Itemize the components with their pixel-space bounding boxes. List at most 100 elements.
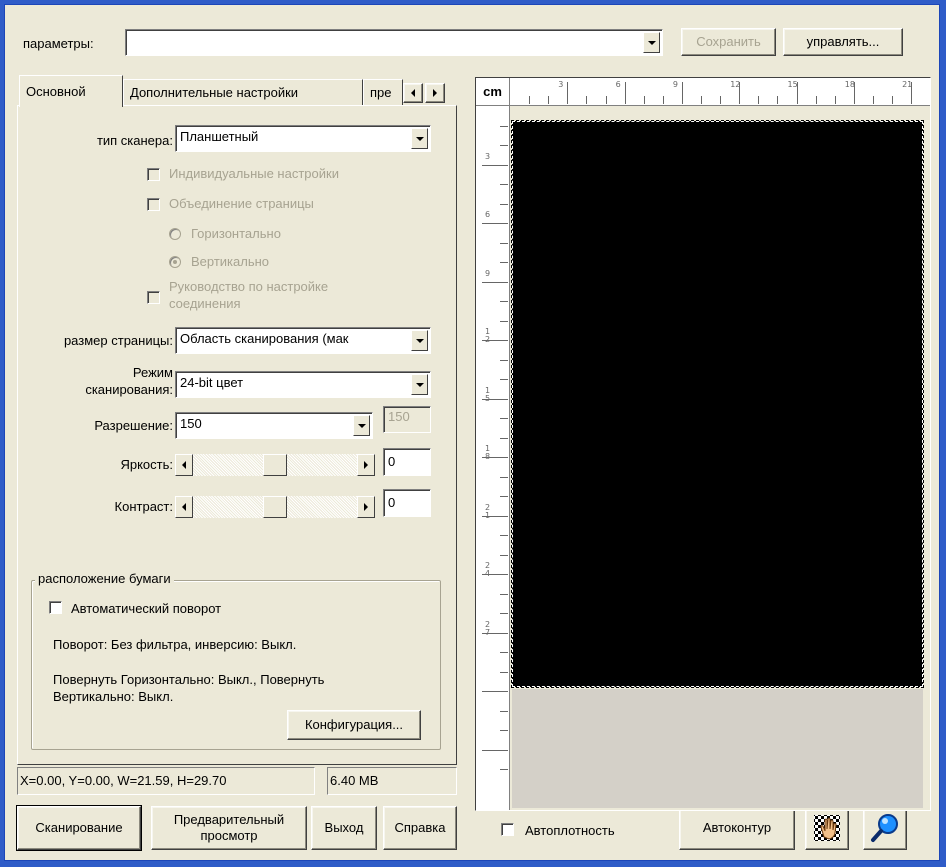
ruler-tick: [834, 96, 836, 104]
individual-settings-label: Индивидуальные настройки: [169, 166, 339, 181]
ruler-tick: [500, 554, 508, 556]
ruler-label: 18: [844, 80, 855, 89]
zoom-button[interactable]: [863, 806, 907, 850]
resolution-custom-value: 150: [388, 409, 410, 424]
ruler-tick: [500, 418, 508, 419]
ruler-label: 18: [485, 444, 491, 461]
brightness-decrease-button[interactable]: [175, 454, 193, 476]
ruler-tick: [500, 145, 508, 146]
brightness-slider-thumb[interactable]: [263, 454, 287, 476]
connection-guide-checkbox[interactable]: [147, 291, 160, 304]
page-merge-checkbox[interactable]: [147, 198, 160, 211]
resolution-dropdown-button[interactable]: [353, 415, 370, 436]
ruler-label: 15: [787, 80, 798, 89]
exit-button[interactable]: Выход: [311, 806, 377, 850]
auto-contour-button[interactable]: Автоконтур: [679, 806, 795, 850]
scanner-type-select[interactable]: Планшетный: [175, 125, 431, 152]
scan-button[interactable]: Сканирование: [16, 805, 142, 851]
contrast-slider[interactable]: [175, 496, 375, 518]
resolution-select[interactable]: 150: [175, 412, 373, 439]
tab-preview[interactable]: пре: [363, 79, 403, 105]
ruler-tick: [815, 96, 817, 104]
contrast-value-field[interactable]: 0: [383, 489, 431, 517]
ruler-tick: [482, 749, 508, 751]
auto-density-checkbox[interactable]: [501, 823, 514, 836]
ruler-label: 9: [672, 80, 678, 89]
chevron-down-icon: [415, 338, 424, 343]
scan-mode-select[interactable]: 24-bit цвет: [175, 371, 431, 398]
paper-placement-title: расположение бумаги: [35, 571, 174, 586]
arrow-left-icon: [182, 503, 186, 511]
ruler-tick: [500, 476, 508, 478]
connection-guide-label-line1: Руководство по настройке: [169, 279, 329, 294]
ruler-tick: [662, 96, 664, 104]
scan-mode-label-line2: сканирования:: [85, 382, 173, 397]
ruler-label: 21: [902, 80, 913, 89]
arrow-left-icon: [411, 89, 415, 97]
chevron-down-icon: [357, 423, 366, 428]
ruler-label: 15: [485, 385, 491, 403]
ruler-tick: [892, 96, 893, 104]
horizontal-radio[interactable]: [169, 228, 181, 240]
chevron-down-icon: [415, 382, 424, 387]
arrow-right-icon: [364, 461, 368, 469]
profile-dropdown-button[interactable]: [643, 32, 660, 53]
tab-scroll-left-button[interactable]: [403, 83, 423, 103]
arrow-right-icon: [364, 503, 368, 511]
left-ruler-ticks: 3 6 9 12 15 18 21 24 27: [476, 106, 510, 806]
contrast-label: Контраст:: [114, 499, 173, 514]
auto-rotate-checkbox[interactable]: [49, 601, 62, 614]
brightness-value-field[interactable]: 0: [383, 448, 431, 476]
brightness-slider[interactable]: [175, 454, 375, 476]
ruler-tick: [500, 301, 508, 302]
ruler-label: 24: [485, 561, 491, 578]
file-size-status: 6.40 MB: [327, 767, 457, 795]
arrow-left-icon: [182, 461, 186, 469]
preview-button-line1: Предварительный: [173, 812, 285, 827]
save-profile-button[interactable]: Сохранить: [681, 28, 776, 56]
resolution-custom-field[interactable]: 150: [383, 406, 431, 433]
preview-button[interactable]: Предварительный просмотр: [151, 806, 307, 850]
vertical-radio[interactable]: [169, 256, 181, 268]
ruler-tick: [548, 96, 550, 104]
manage-profiles-button[interactable]: управлять...: [783, 28, 903, 56]
tab-basic[interactable]: Основной: [19, 75, 123, 107]
scan-mode-dropdown-button[interactable]: [411, 374, 428, 395]
preview-image[interactable]: [511, 120, 924, 688]
ruler-label: 12: [730, 80, 741, 89]
ruler-tick: [500, 710, 508, 712]
profile-label: параметры:: [23, 36, 94, 51]
ruler-tick: [624, 82, 626, 104]
individual-settings-checkbox[interactable]: [147, 168, 160, 181]
ruler-tick: [500, 593, 508, 595]
ruler-label: 12: [485, 327, 491, 344]
ruler-tick: [777, 96, 779, 104]
contrast-slider-thumb[interactable]: [263, 496, 287, 518]
flip-info-line2: Вертикально: Выкл.: [53, 689, 174, 704]
ruler-tick: [482, 281, 508, 283]
help-button[interactable]: Справка: [383, 806, 457, 850]
contrast-decrease-button[interactable]: [175, 496, 193, 518]
ruler-tick: [586, 96, 588, 104]
contrast-increase-button[interactable]: [357, 496, 375, 518]
hand-tool-button[interactable]: [805, 806, 849, 850]
ruler-tick: [500, 769, 508, 770]
ruler-tick: [701, 96, 702, 104]
ruler-label: 6: [485, 210, 491, 219]
scanner-type-dropdown-button[interactable]: [411, 128, 428, 149]
rotation-info: Поворот: Без фильтра, инверсию: Выкл.: [53, 637, 297, 652]
ruler-tick: [681, 82, 683, 104]
tab-scroll-right-button[interactable]: [425, 83, 445, 103]
brightness-label: Яркость:: [120, 457, 173, 472]
ruler-tick: [500, 496, 508, 497]
page-size-value: Область сканирования (мак: [180, 331, 349, 346]
ruler-tick: [500, 320, 508, 322]
brightness-increase-button[interactable]: [357, 454, 375, 476]
profile-combo[interactable]: [125, 29, 663, 56]
tab-advanced-settings[interactable]: Дополнительные настройки: [123, 79, 363, 105]
page-size-dropdown-button[interactable]: [411, 330, 428, 351]
preview-area: cm 3 6 9 12 15 18 21 3 6 9 12 15 18 21 24 27: [475, 77, 931, 811]
ruler-label: 21: [485, 502, 491, 520]
page-size-select[interactable]: Область сканирования (мак: [175, 327, 431, 354]
configuration-button[interactable]: Конфигурация...: [287, 710, 421, 740]
